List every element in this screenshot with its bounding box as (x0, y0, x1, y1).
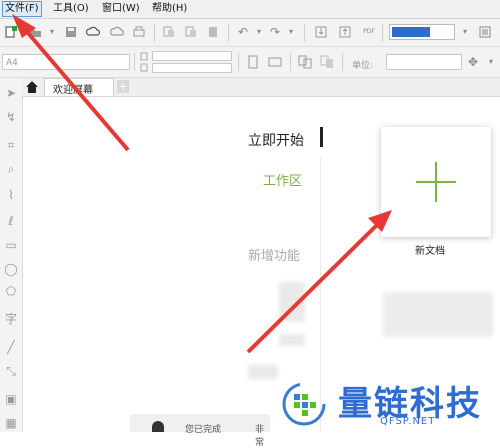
arrow-to-file-menu (20, 24, 130, 152)
annotation-arrows (12, 14, 392, 354)
arrow-to-new-document (246, 220, 382, 354)
arrow-head-file-menu (12, 14, 36, 38)
